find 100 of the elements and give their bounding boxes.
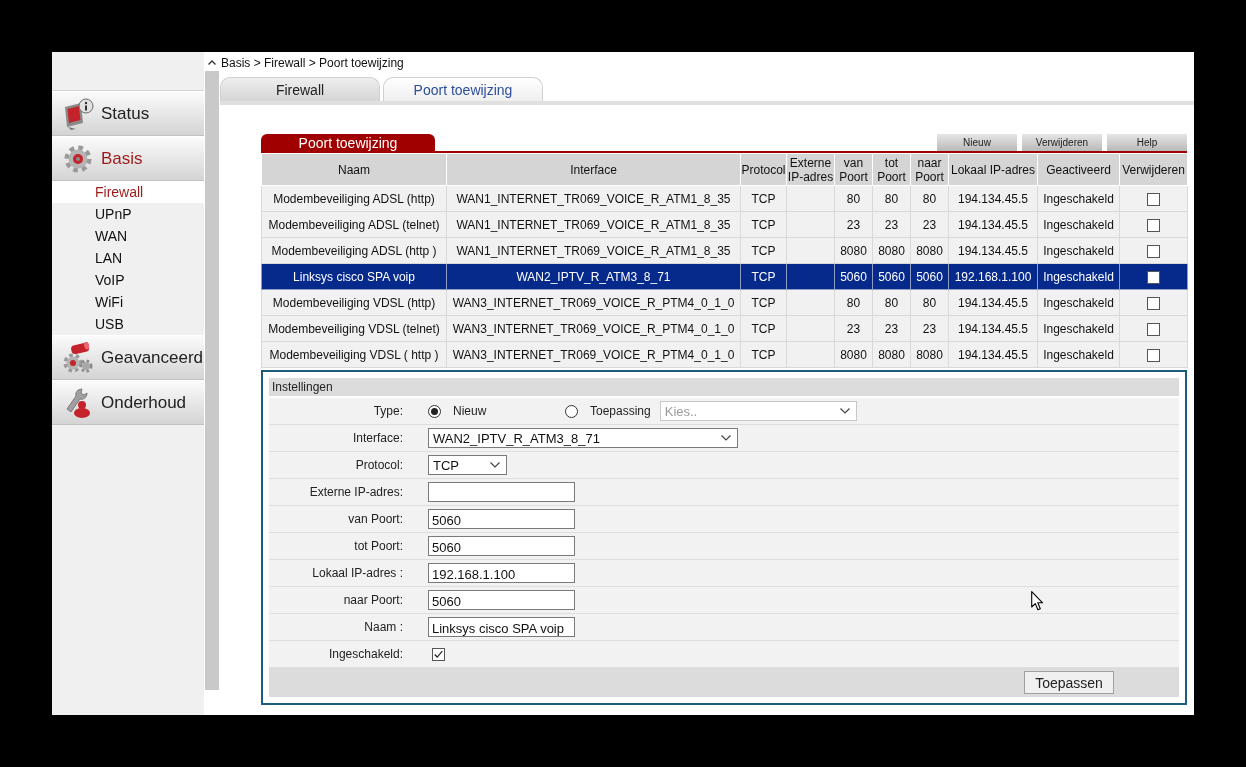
radio-button[interactable] bbox=[428, 404, 441, 418]
mouse-pointer-icon bbox=[1031, 591, 1044, 611]
column-header: naar Poort bbox=[910, 153, 949, 186]
field-label: Interface: bbox=[351, 431, 403, 445]
field-label: van Poort: bbox=[347, 512, 403, 526]
sidebar-subitem[interactable]: VoIP bbox=[52, 269, 204, 291]
sidebar-item[interactable]: Status bbox=[52, 91, 204, 136]
table-cell: WAN1_INTERNET_TR069_VOICE_R_ATM1_8_35 bbox=[446, 185, 741, 212]
chevron-down-icon bbox=[839, 408, 850, 414]
column-header: Verwijderen bbox=[1119, 153, 1188, 186]
input-field[interactable]: 5060 bbox=[428, 590, 575, 610]
table-cell: 194.134.45.5 bbox=[948, 185, 1038, 212]
sidebar-subitem[interactable]: USB bbox=[52, 313, 204, 335]
radio-label: Toepassing bbox=[590, 404, 651, 418]
column-header: Protocol bbox=[740, 153, 787, 186]
radio-button[interactable] bbox=[565, 404, 578, 418]
chevron-down-icon bbox=[721, 435, 731, 441]
sidebar-subitem[interactable]: UPnP bbox=[52, 203, 204, 225]
sidebar-item[interactable]: Onderhoud bbox=[52, 380, 204, 425]
radio-label: Nieuw bbox=[453, 404, 487, 418]
field-label: Externe IP-adres: bbox=[308, 485, 403, 499]
table-cell: WAN2_IPTV_R_ATM3_8_71 bbox=[446, 263, 741, 290]
field-label: Protocol: bbox=[354, 458, 403, 472]
panel-title: Poort toewijzing bbox=[261, 134, 435, 151]
table-cell: Linksys cisco SPA voip bbox=[261, 263, 447, 290]
column-header: Geactiveerd bbox=[1037, 153, 1120, 186]
sidebar-subitem[interactable]: LAN bbox=[52, 247, 204, 269]
section-title: Instellingen bbox=[269, 378, 1179, 396]
checkbox[interactable] bbox=[1147, 348, 1160, 362]
table-cell: Ingeschakeld bbox=[1037, 315, 1120, 342]
tab[interactable]: Poort toewijzing bbox=[383, 77, 543, 101]
checkbox[interactable] bbox=[1147, 270, 1160, 284]
field-label: Ingeschakeld: bbox=[327, 647, 403, 661]
sidebar-subitem[interactable]: WAN bbox=[52, 225, 204, 247]
table-cell: 194.134.45.5 bbox=[948, 289, 1038, 316]
table-cell: Ingeschakeld bbox=[1037, 185, 1120, 212]
input-field[interactable]: 5060 bbox=[428, 536, 575, 556]
table-row[interactable]: Modembeveiliging ADSL (telnet) WAN1_INTERNET_TR069_VOICE_R_ATM1_8_35 TCP 23 23 23 194.134.45.5 Ingeschakeld bbox=[261, 211, 1188, 238]
column-header: Externe IP-adres bbox=[786, 153, 835, 186]
table-cell: Modembeveiliging ADSL (telnet) bbox=[261, 211, 447, 238]
table-cell: Ingeschakeld bbox=[1037, 263, 1120, 290]
dropdown-select[interactable]: WAN2_IPTV_R_ATM3_8_71 bbox=[428, 428, 738, 448]
breadcrumb: Basis > Firewall > Poort toewijzing bbox=[220, 55, 404, 72]
caret-up-icon[interactable] bbox=[208, 60, 216, 65]
input-field[interactable]: 5060 bbox=[428, 509, 575, 529]
input-field[interactable] bbox=[428, 482, 575, 502]
column-header: van Poort bbox=[834, 153, 873, 186]
table-row[interactable]: Linksys cisco SPA voip WAN2_IPTV_R_ATM3_8_71 TCP 5060 5060 5060 192.168.1.100 Ingeschakeld bbox=[261, 263, 1188, 290]
table-row[interactable]: Modembeveiliging VDSL (http) WAN3_INTERNET_TR069_VOICE_R_PTM4_0_1_0 TCP 80 80 80 194.134.45.5 Ingeschakeld bbox=[261, 289, 1188, 316]
apply-button[interactable]: Toepassen bbox=[1024, 671, 1114, 694]
checkbox[interactable] bbox=[432, 647, 445, 661]
sidebar-subitem[interactable]: Firewall bbox=[52, 181, 204, 203]
table-cell: 194.134.45.5 bbox=[948, 237, 1038, 264]
input-field[interactable]: 192.168.1.100 bbox=[428, 563, 575, 583]
gears-icon bbox=[62, 341, 94, 374]
sidebar-item[interactable]: Basis bbox=[52, 136, 204, 181]
field-label: tot Poort: bbox=[353, 539, 403, 553]
field-label: Lokaal IP-adres : bbox=[311, 566, 403, 580]
checkbox[interactable] bbox=[1147, 296, 1160, 310]
checkbox[interactable] bbox=[1147, 192, 1160, 206]
dropdown-select[interactable]: TCP bbox=[428, 455, 507, 475]
column-header: Lokaal IP-adres bbox=[948, 153, 1038, 186]
table-row[interactable]: Modembeveiliging ADSL (http ) WAN1_INTERNET_TR069_VOICE_R_ATM1_8_35 TCP 8080 8080 8080 194.134.45.5 Ingeschakeld bbox=[261, 237, 1188, 264]
table-cell: Ingeschakeld bbox=[1037, 237, 1120, 264]
monitor-info-icon bbox=[62, 97, 94, 130]
table-cell: 192.168.1.100 bbox=[948, 263, 1038, 290]
input-field[interactable]: Linksys cisco SPA voip bbox=[428, 617, 575, 637]
sidebar-item[interactable]: Geavanceerd bbox=[52, 335, 204, 380]
table-cell: 194.134.45.5 bbox=[948, 315, 1038, 342]
table-cell: WAN1_INTERNET_TR069_VOICE_R_ATM1_8_35 bbox=[446, 237, 741, 264]
column-header: Naam bbox=[261, 153, 447, 186]
toolbar-button[interactable]: Nieuw bbox=[937, 134, 1017, 151]
table-cell: Modembeveiliging VDSL (http) bbox=[261, 289, 447, 316]
table-row[interactable]: Modembeveiliging VDSL (telnet) WAN3_INTERNET_TR069_VOICE_R_PTM4_0_1_0 TCP 23 23 23 194.134.45.5 Ingeschakeld bbox=[261, 315, 1188, 342]
table-cell: Modembeveiliging ADSL (http ) bbox=[261, 237, 447, 264]
chevron-down-icon bbox=[490, 462, 500, 468]
column-header: Interface bbox=[446, 153, 741, 186]
sidebar-subitem[interactable]: WiFi bbox=[52, 291, 204, 313]
field-label: Naam : bbox=[363, 620, 403, 634]
checkbox[interactable] bbox=[1147, 322, 1160, 336]
table-row[interactable]: Modembeveiliging VDSL ( http ) WAN3_INTERNET_TR069_VOICE_R_PTM4_0_1_0 TCP 8080 8080 8080 194.134.45.5 Ingeschakeld bbox=[261, 341, 1188, 368]
table-cell: WAN3_INTERNET_TR069_VOICE_R_PTM4_0_1_0 bbox=[446, 341, 741, 368]
field-label: Type: bbox=[372, 404, 403, 418]
checkbox[interactable] bbox=[1147, 244, 1160, 258]
tab[interactable]: Firewall bbox=[220, 77, 380, 101]
table-cell: WAN3_INTERNET_TR069_VOICE_R_PTM4_0_1_0 bbox=[446, 289, 741, 316]
table-cell: Modembeveiliging VDSL ( http ) bbox=[261, 341, 447, 368]
table-cell: Modembeveiliging VDSL (telnet) bbox=[261, 315, 447, 342]
table-cell: Ingeschakeld bbox=[1037, 289, 1120, 316]
table-cell: 194.134.45.5 bbox=[948, 211, 1038, 238]
column-header: tot Poort bbox=[872, 153, 911, 186]
toolbar-button[interactable]: Help bbox=[1107, 134, 1187, 151]
table-cell: WAN1_INTERNET_TR069_VOICE_R_ATM1_8_35 bbox=[446, 211, 741, 238]
table-cell: Ingeschakeld bbox=[1037, 341, 1120, 368]
toolbar-button[interactable]: Verwijderen bbox=[1022, 134, 1102, 151]
table-row[interactable]: Modembeveiliging ADSL (http) WAN1_INTERNET_TR069_VOICE_R_ATM1_8_35 TCP 80 80 80 194.134.45.5 Ingeschakeld bbox=[261, 185, 1188, 212]
table-cell: Modembeveiliging ADSL (http) bbox=[261, 185, 447, 212]
field-label: naar Poort: bbox=[342, 593, 403, 607]
checkbox[interactable] bbox=[1147, 218, 1160, 232]
table-cell: WAN3_INTERNET_TR069_VOICE_R_PTM4_0_1_0 bbox=[446, 315, 741, 342]
